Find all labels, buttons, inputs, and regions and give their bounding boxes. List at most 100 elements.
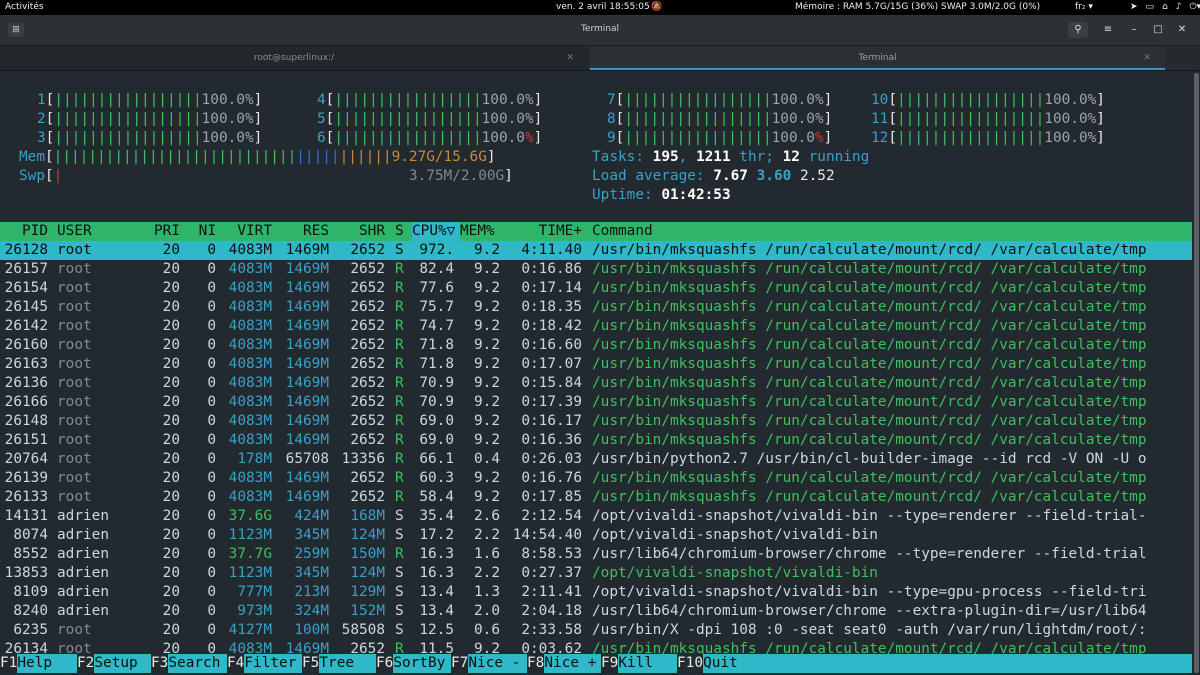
col-pid[interactable]: PID xyxy=(0,222,48,241)
process-row[interactable]: 26166 root 20 0 4083M 1469M 2652 R 70.9 9.2 0:17.3… xyxy=(0,393,1192,412)
process-row[interactable]: 26133 root 20 0 4083M 1469M 2652 R 58.4 9.2 0:17.8… xyxy=(0,488,1192,507)
swp-label: Swp xyxy=(19,168,45,184)
tab-terminal[interactable]: Terminal ✕ xyxy=(590,46,1165,70)
process-row[interactable]: 20764 root 20 0 178M 65708 13356 R 66.1 0.4 0:26.0… xyxy=(0,450,1192,469)
bracket: ] xyxy=(253,92,263,108)
col-mem[interactable]: MEM% xyxy=(460,222,500,241)
mem-bar: ||||||||||||||||||||||||||||||||||||||| xyxy=(53,149,392,165)
terminal-content[interactable]: 1[|||||||||||||||||100.0%] 2[||||||||||||… xyxy=(0,71,1192,675)
minimize-icon[interactable]: – xyxy=(1124,22,1144,38)
keyboard-layout-indicator[interactable]: fr₂ ▾ xyxy=(1075,0,1093,15)
terminal-scrollbar[interactable] xyxy=(1193,71,1200,675)
process-row[interactable]: 26145 root 20 0 4083M 1469M 2652 R 75.7 9.2 0:18.3… xyxy=(0,298,1192,317)
process-row[interactable]: 8109 adrien 20 0 777M 213M 129M S 13.4 1.3 2:11.41… xyxy=(0,583,1192,602)
process-row[interactable]: 13853 adrien 20 0 1123M 345M 124M S 16.3 2.2 0:27.… xyxy=(0,564,1192,583)
fkey-f10[interactable]: F10 xyxy=(677,654,703,673)
col-user[interactable]: USER xyxy=(57,222,147,241)
function-key-bar[interactable]: F1 Help F2 Setup F3 Search F4 Filter F5 Tree F6… xyxy=(0,654,1192,673)
process-row[interactable]: 26139 root 20 0 4083M 1469M 2652 R 60.3 9.2 0:16.7… xyxy=(0,469,1192,488)
fkey-f9[interactable]: F9 xyxy=(601,654,618,673)
pid-cell: 14131 xyxy=(4,508,48,524)
search-icon[interactable]: ⚲ xyxy=(1068,22,1088,38)
process-row[interactable]: 8240 adrien 20 0 973M 324M 152M S 13.4 2.0 2:04.18… xyxy=(0,602,1192,621)
process-row[interactable]: 26151 root 20 0 4083M 1469M 2652 R 69.0 9.2 0:16.3… xyxy=(0,431,1192,450)
col-res[interactable]: RES xyxy=(276,222,329,241)
system-tray[interactable]: ➤ ▭ ⌂ ♪ ⏻▾ xyxy=(1130,0,1200,15)
percent-sign: % xyxy=(524,130,534,146)
cpu-bar: ||||||||||||||||| xyxy=(624,130,772,146)
process-row[interactable]: 26154 root 20 0 4083M 1469M 2652 R 77.6 9.2 0:17.1… xyxy=(0,279,1192,298)
col-command[interactable]: Command xyxy=(592,222,1192,241)
col-ni[interactable]: NI xyxy=(190,222,216,241)
process-row[interactable]: 8552 adrien 20 0 37.7G 259M 150M R 16.3 1.6 8:58.5… xyxy=(0,545,1192,564)
col-pri[interactable]: PRI xyxy=(148,222,180,241)
maximize-icon[interactable]: □ xyxy=(1148,22,1168,38)
fkey-label-f3[interactable]: Search xyxy=(168,654,227,673)
fkey-f3[interactable]: F3 xyxy=(151,654,168,673)
process-row[interactable]: 26136 root 20 0 4083M 1469M 2652 R 70.9 9.2 0:15.8… xyxy=(0,374,1192,393)
fkey-f5[interactable]: F5 xyxy=(302,654,319,673)
col-state[interactable]: S xyxy=(395,222,407,241)
res-cell: 1469M xyxy=(285,356,329,372)
cpu-percent: 100.0% xyxy=(481,92,534,108)
process-row[interactable]: 6235 root 20 0 4127M 100M 58508 S 12.5 0.6 2:33.58… xyxy=(0,621,1192,640)
activities-button[interactable]: Activités xyxy=(5,0,44,15)
col-virt[interactable]: VIRT xyxy=(220,222,272,241)
time-cell: 0:18.35 xyxy=(521,299,582,315)
process-row[interactable]: 26142 root 20 0 4083M 1469M 2652 R 74.7 9.2 0:18.4… xyxy=(0,317,1192,336)
fkey-label-f2[interactable]: Setup xyxy=(94,654,151,673)
memory-indicator[interactable]: Mémoire : RAM 5.7G/15G (36%) SWAP 3.0M/2… xyxy=(795,0,1040,15)
user-cell: root xyxy=(57,356,92,372)
fkey-label-f7[interactable]: Nice - xyxy=(468,654,527,673)
process-row[interactable]: 14131 adrien 20 0 37.6G 424M 168M S 35.4 2.6 2:12.… xyxy=(0,507,1192,526)
telegram-icon[interactable]: ➤ xyxy=(1130,2,1138,12)
tab-close-icon[interactable]: ✕ xyxy=(566,46,574,70)
fkey-f2[interactable]: F2 xyxy=(77,654,94,673)
fkey-label-f6[interactable]: SortBy xyxy=(393,654,451,673)
fkey-label-f1[interactable]: Help xyxy=(17,654,77,673)
user-cell: root xyxy=(57,489,92,505)
fkey-f7[interactable]: F7 xyxy=(451,654,468,673)
fkey-f6[interactable]: F6 xyxy=(376,654,393,673)
mem-cell: 9.2 xyxy=(474,318,500,334)
bracket: ] xyxy=(823,92,833,108)
fkey-f8[interactable]: F8 xyxy=(527,654,544,673)
col-time[interactable]: TIME+ xyxy=(500,222,582,241)
virt-cell: 4083M xyxy=(228,470,272,486)
tab-root-superlinux[interactable]: root@superlinux:/ ✕ xyxy=(0,46,588,70)
close-icon[interactable]: ✕ xyxy=(1172,22,1192,38)
cpu-bar: ||||||||||||||||| xyxy=(624,92,772,108)
fkey-label-f5[interactable]: Tree xyxy=(319,654,376,673)
pid-cell: 26145 xyxy=(4,299,48,315)
clock[interactable]: ven. 2 avril 18:55:05 xyxy=(556,0,650,15)
state-cell: S xyxy=(395,565,404,581)
fkey-label-f4[interactable]: Filter xyxy=(244,654,302,673)
fkey-f4[interactable]: F4 xyxy=(227,654,244,673)
process-row[interactable]: 26148 root 20 0 4083M 1469M 2652 R 69.0 9.2 0:16.1… xyxy=(0,412,1192,431)
fkey-label-f8[interactable]: Nice + xyxy=(544,654,601,673)
res-cell: 1469M xyxy=(285,242,329,258)
fkey-f1[interactable]: F1 xyxy=(0,654,17,673)
network-icon[interactable]: ⌂ xyxy=(1162,2,1168,12)
res-cell: 345M xyxy=(294,565,329,581)
process-row[interactable]: 26157 root 20 0 4083M 1469M 2652 R 82.4 9.2 0:16.8… xyxy=(0,260,1192,279)
screen-icon[interactable]: ▭ xyxy=(1146,2,1155,12)
power-icon[interactable]: ⏻▾ xyxy=(1190,2,1200,12)
process-row[interactable]: 8074 adrien 20 0 1123M 345M 124M S 17.2 2.2 14:54.… xyxy=(0,526,1192,545)
cpu-number: 2 xyxy=(37,111,46,127)
fkey-label-f9[interactable]: Kill xyxy=(618,654,677,673)
hamburger-menu-icon[interactable]: ≡ xyxy=(1098,22,1118,38)
bracket: ] xyxy=(486,149,496,165)
process-row[interactable]: 26128 root 20 0 4083M 1469M 2652 S 972. 9.2 4:11.4… xyxy=(0,241,1192,260)
col-cpu-sorted[interactable]: CPU%▽ xyxy=(412,222,460,241)
process-row[interactable]: 26160 root 20 0 4083M 1469M 2652 R 71.8 9.2 0:16.6… xyxy=(0,336,1192,355)
process-table-header[interactable]: PID USER PRI NI VIRT RES SHR S CPU%▽ MEM… xyxy=(0,222,1192,241)
tab-close-icon[interactable]: ✕ xyxy=(1143,46,1151,70)
scrollbar-thumb[interactable] xyxy=(1194,73,1199,673)
cpu-number: 10 xyxy=(871,92,889,108)
col-shr[interactable]: SHR xyxy=(332,222,385,241)
process-row[interactable]: 26163 root 20 0 4083M 1469M 2652 R 71.8 9.2 0:17.0… xyxy=(0,355,1192,374)
fkey-label-f10[interactable]: Quit xyxy=(703,654,1192,673)
ni-cell: 0 xyxy=(207,508,216,524)
volume-icon[interactable]: ♪ xyxy=(1176,2,1182,12)
